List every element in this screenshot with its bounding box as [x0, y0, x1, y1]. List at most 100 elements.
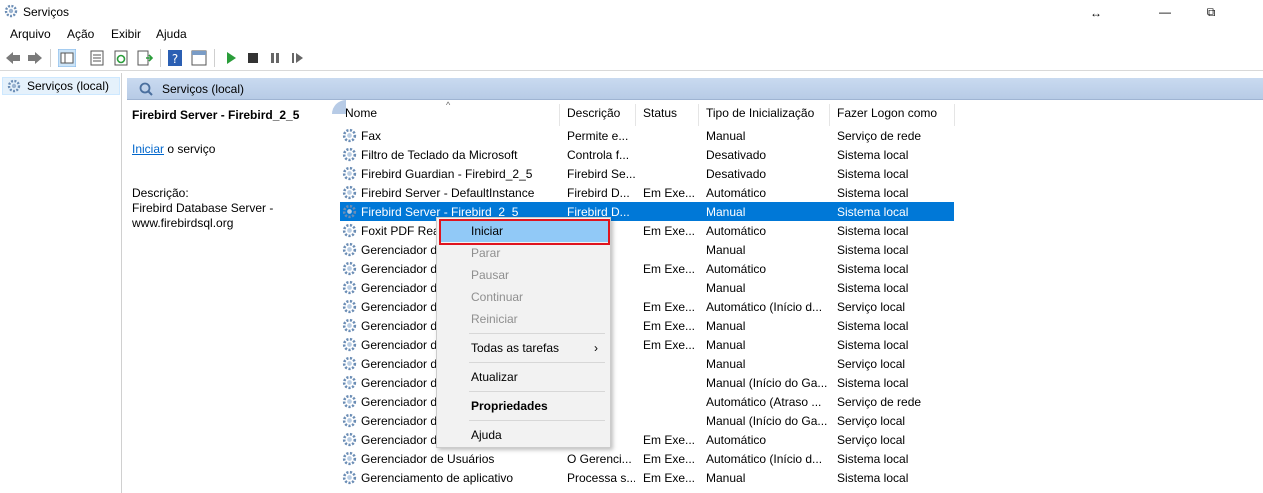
column-header-startup-type[interactable]: Tipo de Inicialização [706, 106, 814, 126]
cell-logon-as: Sistema local [837, 262, 909, 276]
description-label: Descrição: [132, 186, 189, 200]
column-header-logon-as[interactable]: Fazer Logon como [837, 106, 937, 126]
service-gear-icon [342, 128, 357, 143]
cell-startup-type: Desativado [706, 167, 767, 181]
column-header-description[interactable]: Descrição [567, 106, 620, 126]
start-service-icon[interactable] [222, 49, 240, 67]
cell-startup-type: Automático [706, 433, 767, 447]
service-gear-icon [342, 432, 357, 447]
start-service-suffix: o serviço [164, 142, 216, 156]
pane-header: Serviços (local) [127, 78, 1263, 100]
menu-item-help[interactable]: Ajuda [439, 424, 608, 446]
column-separator[interactable] [635, 104, 636, 126]
cell-logon-as: Sistema local [837, 338, 909, 352]
table-row[interactable]: Gerenciador deci...Em Exe...Automático (… [340, 297, 954, 316]
menu-item-resume: Continuar [471, 290, 524, 304]
window-title: Serviços [23, 5, 70, 19]
cell-logon-as: Serviço local [837, 433, 906, 447]
menu-item-all-tasks[interactable]: Todas as tarefas › [439, 337, 608, 359]
table-row[interactable]: Gerenciador ds ...ManualServiço local [340, 354, 954, 373]
tree-item-services-local[interactable]: Serviços (local) [2, 77, 120, 95]
table-row[interactable]: Gerenciador d...Em Exe...AutomáticoServi… [340, 430, 954, 449]
console-tree-icon[interactable] [58, 49, 76, 67]
menu-separator [469, 362, 605, 363]
column-header-name[interactable]: Nome [345, 106, 377, 126]
properties-sheet-icon[interactable] [88, 49, 106, 67]
table-row[interactable]: Foxit PDF Rea Em Exe... Automático Sistema … [340, 221, 954, 240]
menu-acao[interactable]: Ação [67, 27, 94, 41]
table-row[interactable]: Gerenciador d...Manual (Início do Ga...S… [340, 411, 954, 430]
cell-logon-as: Sistema local [837, 243, 909, 257]
table-row[interactable]: Gerenciador dha c...Em Exe...AutomáticoS… [340, 259, 954, 278]
cell-description: O Gerenci... [567, 452, 632, 466]
cell-logon-as: Sistema local [837, 471, 909, 485]
cell-logon-as: Serviço local [837, 300, 906, 314]
cell-logon-as: Sistema local [837, 186, 909, 200]
pause-service-icon[interactable] [266, 49, 284, 67]
service-gear-icon [342, 223, 357, 238]
minimize-button[interactable]: — [1142, 0, 1188, 24]
service-gear-icon [342, 147, 357, 162]
cell-status: Em Exe... [643, 224, 696, 238]
menu-separator [469, 420, 605, 421]
table-row[interactable]: Firebird Guardian - Firebird_2_5 Firebird… [340, 164, 954, 183]
service-gear-icon [342, 318, 357, 333]
restore-button[interactable]: ⧉ [1188, 0, 1234, 24]
table-row[interactable]: Firebird Server - DefaultInstance Firebir… [340, 183, 954, 202]
table-row[interactable]: Gerenciamento de aplicativo Processa s...… [340, 468, 954, 487]
table-row[interactable]: Gerenciador d...Manual (Início do Ga...S… [340, 373, 954, 392]
cell-status: Em Exe... [643, 452, 696, 466]
cell-startup-type: Manual [706, 471, 746, 485]
cell-startup-type: Manual [706, 205, 746, 219]
table-row[interactable]: Gerenciador dWi...Automático (Atraso ...… [340, 392, 954, 411]
service-gear-icon [342, 451, 357, 466]
svg-text:?: ? [172, 52, 178, 66]
start-service-link[interactable]: Iniciar [132, 142, 164, 156]
toolbar-separator [160, 49, 161, 67]
menu-ajuda[interactable]: Ajuda [156, 27, 187, 41]
menu-arquivo[interactable]: Arquivo [10, 27, 51, 41]
back-icon[interactable] [4, 49, 22, 67]
column-separator[interactable] [829, 104, 830, 126]
service-gear-icon [342, 242, 357, 257]
cell-name: Gerenciador de Usuários [361, 452, 495, 466]
forward-icon[interactable] [26, 49, 44, 67]
table-row[interactable]: Gerenciador d Manual Sistema local [340, 240, 954, 259]
table-row[interactable]: Gerenciador dviç...Em Exe...ManualSistem… [340, 316, 954, 335]
menu-item-all-tasks-label: Todas as tarefas [471, 341, 560, 355]
cell-startup-type: Automático (Início d... [706, 300, 823, 314]
cell-logon-as: Sistema local [837, 205, 909, 219]
column-header-status[interactable]: Status [643, 106, 677, 126]
menu-exibir[interactable]: Exibir [111, 27, 141, 41]
service-gear-icon [342, 185, 357, 200]
service-gear-icon [342, 280, 357, 295]
table-row[interactable]: Gerenciador de Usuários O Gerenci... Em Ex… [340, 449, 954, 468]
restart-service-icon[interactable] [288, 49, 306, 67]
services-window: Serviços ↔ — ⧉ Arquivo Ação Exibir Ajuda… [0, 0, 1263, 493]
cell-startup-type: Automático [706, 262, 767, 276]
sort-ascending-icon: ^ [446, 100, 451, 110]
column-separator[interactable] [954, 104, 955, 126]
stop-service-icon[interactable] [244, 49, 262, 67]
column-separator[interactable] [698, 104, 699, 126]
cell-startup-type: Manual [706, 338, 746, 352]
show-hide-action-pane-icon[interactable] [190, 49, 208, 67]
export-list-icon[interactable] [136, 49, 154, 67]
console-tree: Serviços (local) [0, 73, 122, 493]
cell-startup-type: Automático [706, 224, 767, 238]
cell-startup-type: Manual (Início do Ga... [706, 376, 828, 390]
table-row[interactable]: Gerenciador d Manual Sistema local [340, 278, 954, 297]
column-separator[interactable] [559, 104, 560, 126]
service-gear-icon [342, 261, 357, 276]
table-row[interactable]: Gerenciador d...Em Exe...ManualSistema l… [340, 335, 954, 354]
table-row[interactable]: Filtro de Teclado da Microsoft Controla f… [340, 145, 954, 164]
toolbar-separator [50, 49, 51, 67]
table-row[interactable]: Fax Permite e... Manual Serviço de rede [340, 126, 954, 145]
table-row[interactable]: Firebird Server - Firebird_2_5 Firebird D… [340, 202, 954, 221]
menu-item-refresh[interactable]: Atualizar [439, 366, 608, 388]
help-icon[interactable]: ? [166, 49, 184, 67]
cell-logon-as: Sistema local [837, 148, 909, 162]
refresh-icon[interactable] [112, 49, 130, 67]
menu-item-properties[interactable]: Propriedades [439, 395, 608, 417]
cell-status: Em Exe... [643, 471, 696, 485]
